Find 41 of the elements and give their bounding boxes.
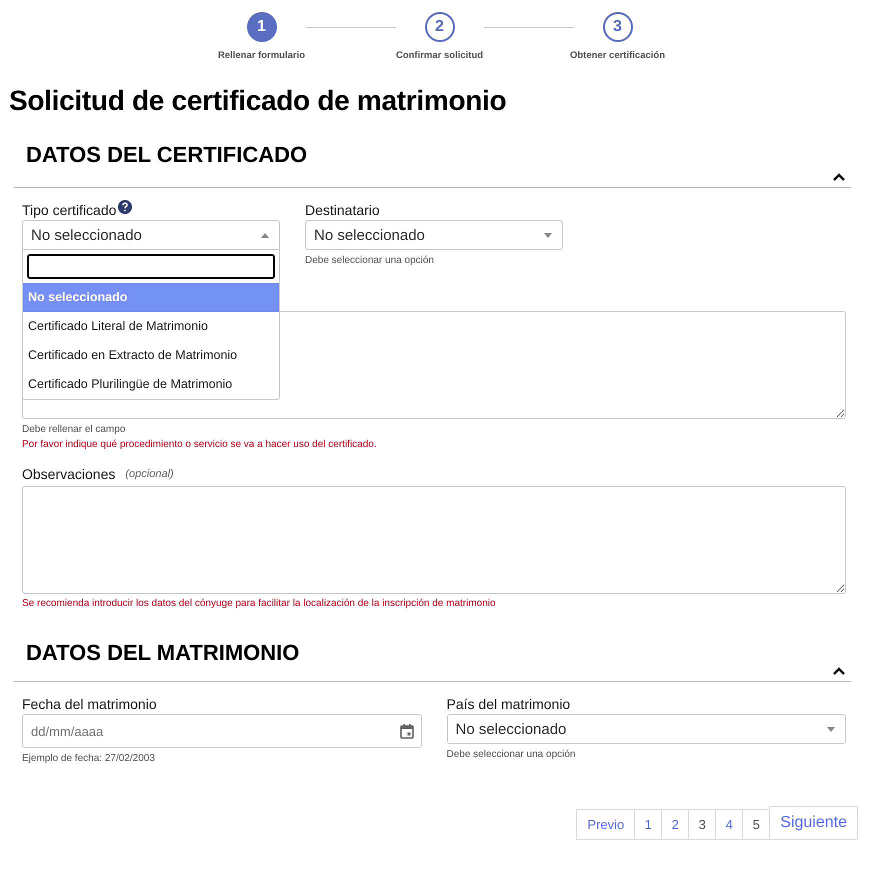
field-hint: Debe seleccionar una opción	[305, 255, 435, 266]
caret-icon	[827, 726, 835, 732]
caret-icon	[261, 232, 269, 238]
field-label: Observaciones	[22, 466, 116, 482]
section-heading: DATOS DEL MATRIMONIO	[26, 639, 300, 666]
previous-button[interactable]: Previo	[576, 809, 636, 840]
dropdown-option[interactable]: Certificado Literal de Matrimonio	[23, 312, 279, 341]
step-number: 2	[424, 12, 454, 42]
caret-icon[interactable]	[833, 173, 845, 181]
field-label: Fecha del matrimonio	[22, 696, 157, 712]
step-label: Rellenar formulario	[218, 50, 306, 61]
caret-icon[interactable]	[833, 667, 845, 675]
dropdown-option[interactable]: Certificado en Extracto de Matrimonio	[23, 341, 279, 370]
page-title: Solicitud de certificado de matrimonio	[9, 85, 508, 117]
field-label: Tipo certificado	[22, 202, 116, 218]
dropdown-option[interactable]: Certificado Plurilingüe de Matrimonio	[23, 370, 279, 399]
search-field[interactable]	[27, 254, 275, 279]
error-message: Se recomienda introducir los datos del cónyuge para facilitar la localización de la inscripción de matrimonio	[22, 598, 497, 609]
calendar-icon[interactable]	[400, 724, 414, 739]
date-field[interactable]: dd/mm/aaaa	[22, 714, 422, 748]
field-label: Destinatario	[305, 202, 380, 218]
step-number: 1	[246, 12, 276, 42]
field-hint: Debe rellenar el campo	[22, 424, 126, 435]
field-label: País del matrimonio	[446, 696, 570, 712]
caret-icon	[544, 232, 552, 238]
field-hint: Debe seleccionar una opción	[446, 749, 576, 760]
step-number: 3	[602, 12, 632, 42]
help-icon[interactable]	[118, 200, 132, 214]
next-button[interactable]: Siguiente	[769, 806, 858, 840]
page-button[interactable]: 2	[661, 809, 690, 840]
optional-tag: (opcional)	[125, 468, 174, 480]
select-field[interactable]: No seleccionado	[446, 714, 846, 744]
select-field[interactable]: No seleccionado	[22, 220, 280, 250]
select-field[interactable]: No seleccionado	[305, 220, 563, 250]
step-label: Obtener certificación	[570, 50, 666, 61]
page-button[interactable]: 1	[634, 809, 662, 840]
page-button[interactable]: 4	[715, 809, 744, 840]
field-hint: Ejemplo de fecha: 27/02/2003	[22, 753, 156, 764]
error-message: Por favor indique qué procedimiento o servicio se va a hacer uso del certificado.	[22, 439, 378, 450]
section-heading: DATOS DEL CERTIFICADO	[26, 141, 308, 168]
step-label: Confirmar solicitud	[396, 50, 484, 61]
